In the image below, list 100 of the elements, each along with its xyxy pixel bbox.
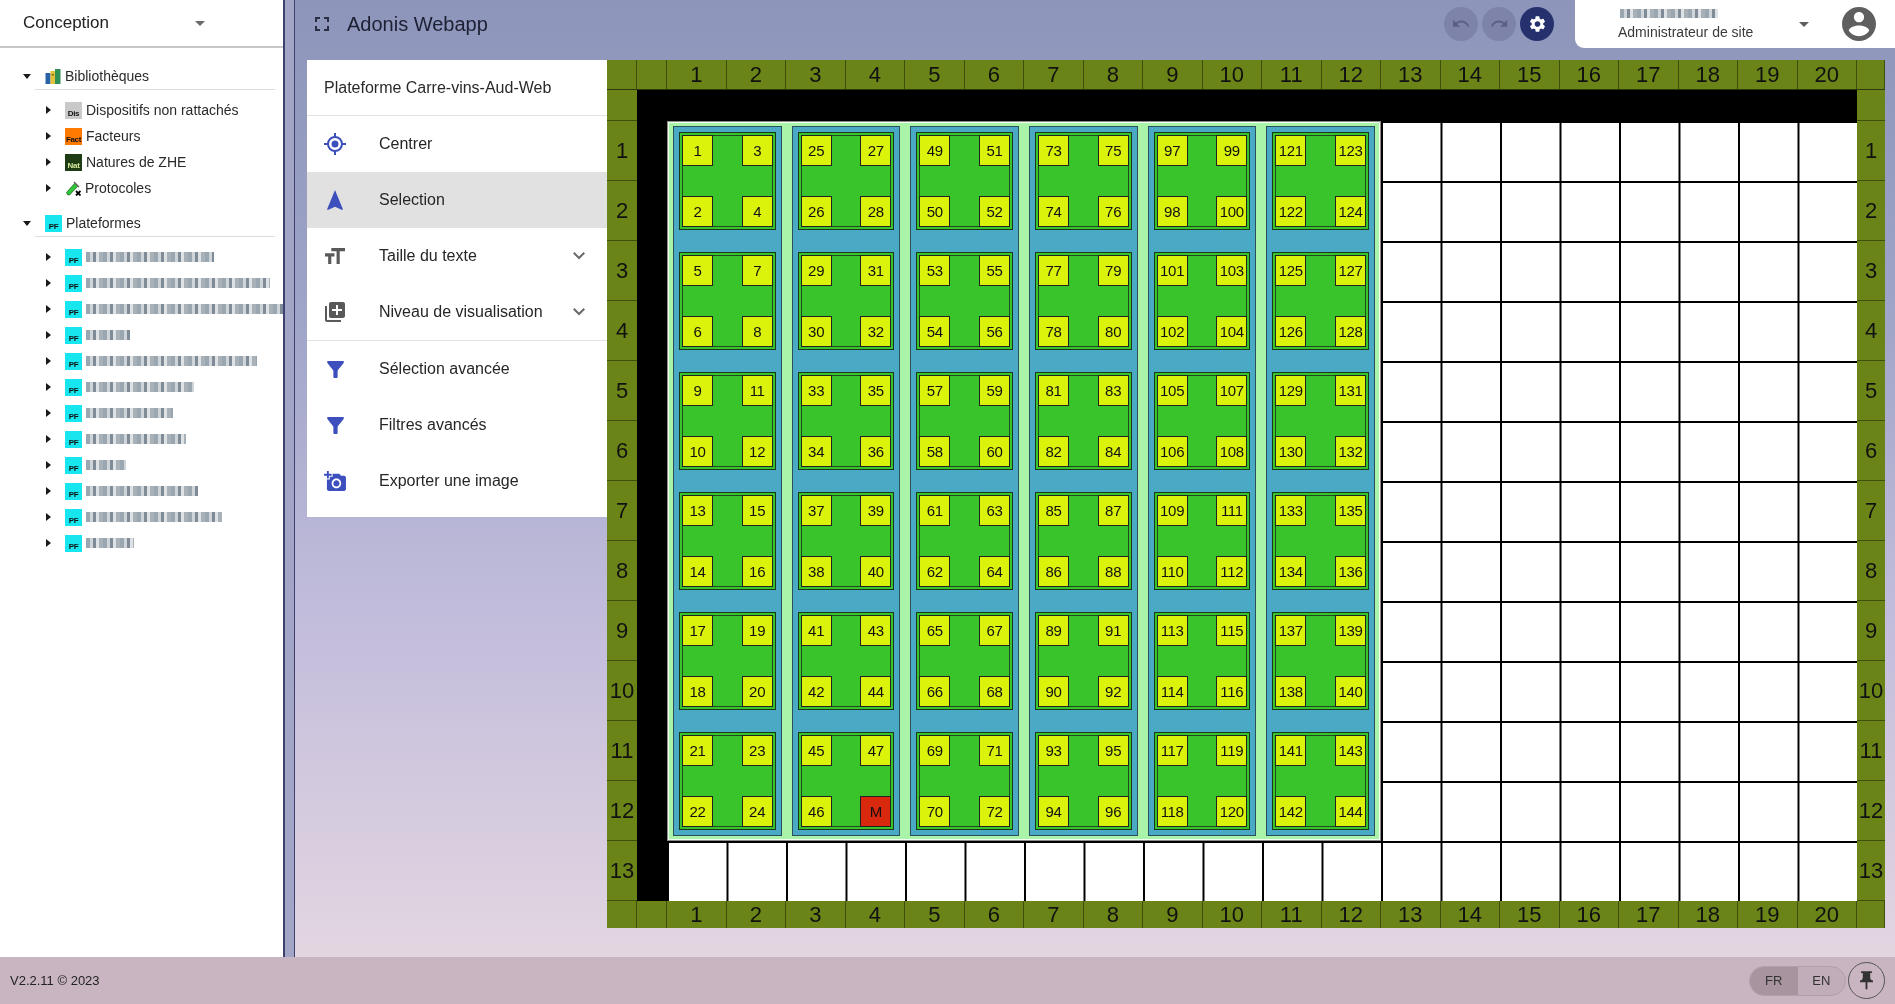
plot-tile: 55 (979, 255, 1010, 287)
plot-tile: 17 (682, 615, 713, 647)
column-number: 3 (786, 901, 846, 928)
column-number: 16 (1559, 60, 1619, 89)
caret-right-icon[interactable] (46, 279, 51, 287)
plot-tile: 122 (1275, 195, 1307, 227)
plot-tile: 39 (860, 495, 892, 527)
plot-tile: 42 (800, 675, 832, 707)
row-number: 7 (1857, 481, 1885, 541)
caret-right-icon[interactable] (46, 461, 51, 469)
column-number: 7 (1024, 901, 1084, 928)
plot-tile: 73 (1038, 135, 1069, 166)
column-number: 20 (1797, 60, 1857, 89)
column-number: 5 (905, 901, 965, 928)
caret-right-icon[interactable] (46, 539, 51, 547)
column-number: 5 (905, 60, 965, 89)
type-badge: PF (65, 274, 82, 292)
plot-tile: 47 (860, 735, 892, 767)
plot-tile: 83 (1097, 375, 1129, 407)
column-number: 7 (1024, 60, 1084, 89)
plot-tile: 56 (979, 315, 1010, 347)
plot-tile: 9 (682, 375, 713, 407)
plot-tile: 38 (800, 555, 832, 587)
caret-right-icon[interactable] (46, 158, 51, 166)
plot-tile: 5 (682, 255, 713, 287)
column-number: 17 (1619, 901, 1679, 928)
tree-label[interactable]: Facteurs (86, 128, 141, 144)
plot-tile: 81 (1038, 375, 1069, 407)
caret-right-icon[interactable] (46, 331, 51, 339)
plot-tile: 96 (1097, 795, 1129, 827)
chevron-down-icon (573, 252, 585, 260)
tree-label[interactable]: Dispositifs non rattachés (86, 102, 239, 118)
caret-down-icon[interactable] (1799, 21, 1809, 27)
tree-label[interactable]: Natures de ZHE (86, 154, 187, 170)
plot-tile: 138 (1275, 675, 1307, 707)
column-number: 19 (1738, 901, 1798, 928)
tree-label[interactable]: Protocoles (85, 180, 152, 196)
plot-tile: 102 (1156, 315, 1188, 347)
menu-item[interactable]: Centrer (307, 116, 607, 172)
plot-tile: 144 (1335, 795, 1366, 827)
books-icon (45, 68, 61, 84)
caret-right-icon[interactable] (46, 253, 51, 261)
menu-item[interactable]: Niveau de visualisation (307, 284, 607, 340)
menu-item[interactable]: Exporter une image (307, 453, 607, 509)
undo-icon (1452, 20, 1470, 28)
caret-right-icon[interactable] (46, 357, 51, 365)
plot-tile: 140 (1335, 675, 1366, 707)
menu-item[interactable]: Sélection avancée (307, 341, 607, 397)
plot-tile: 107 (1216, 375, 1248, 407)
caret-right-icon[interactable] (46, 106, 51, 114)
plot-tile: 75 (1097, 135, 1129, 166)
type-badge: PF (65, 482, 82, 500)
caret-right-icon[interactable] (46, 435, 51, 443)
plot-tile: 91 (1097, 615, 1129, 647)
menu-item[interactable]: Selection (307, 172, 607, 228)
plot-tile: 64 (979, 555, 1010, 587)
account-icon[interactable] (1842, 7, 1876, 41)
plot-tile: 141 (1275, 735, 1307, 767)
menu-item[interactable]: Filtres avancés (307, 397, 607, 453)
resize-handle[interactable] (283, 0, 295, 957)
caret-right-icon[interactable] (46, 132, 51, 140)
caret-right-icon[interactable] (46, 383, 51, 391)
plot-tile: 34 (800, 435, 832, 467)
plot-tile: 46 (800, 795, 832, 827)
plot-tile: 90 (1038, 675, 1069, 707)
plot-tile: 126 (1275, 315, 1307, 347)
tree-label[interactable]: Bibliothèques (65, 68, 150, 84)
plot-tile: 68 (979, 675, 1010, 707)
caret-down-icon[interactable] (23, 74, 31, 79)
caret-right-icon[interactable] (46, 184, 51, 192)
column-number: 19 (1738, 60, 1798, 89)
mode-select[interactable]: Conception (0, 0, 215, 46)
caret-right-icon[interactable] (46, 409, 51, 417)
plot-tile: 10 (682, 435, 713, 467)
fullscreen-icon[interactable] (315, 17, 329, 31)
tree-label[interactable]: Plateformes (66, 215, 141, 231)
settings-button[interactable] (1520, 7, 1554, 41)
caret-right-icon[interactable] (46, 305, 51, 313)
menu-item[interactable]: Taille du texte (307, 228, 607, 284)
column-number: 16 (1559, 901, 1619, 928)
app-title: Adonis Webapp (347, 12, 488, 36)
row-number: 12 (1857, 781, 1885, 841)
caret-down-icon[interactable] (23, 221, 31, 226)
column-number: 13 (1381, 60, 1441, 89)
plot-tile: 117 (1156, 735, 1188, 767)
plot-tile: 142 (1275, 795, 1307, 827)
plot-tile: 61 (919, 495, 951, 527)
caret-right-icon[interactable] (46, 487, 51, 495)
language-option[interactable]: EN (1797, 966, 1845, 995)
language-option[interactable]: FR (1750, 966, 1798, 995)
plot-tile: 111 (1216, 495, 1248, 527)
plot-tile: 71 (979, 735, 1010, 767)
plot-tile: 37 (800, 495, 832, 527)
plot-tile: 133 (1275, 495, 1307, 527)
caret-right-icon[interactable] (46, 513, 51, 521)
plot-tile: 110 (1156, 555, 1188, 587)
plot-tile: 76 (1097, 195, 1129, 227)
column-number: 14 (1440, 901, 1500, 928)
plot-tile: 80 (1097, 315, 1129, 347)
row-number: 11 (1857, 721, 1885, 781)
